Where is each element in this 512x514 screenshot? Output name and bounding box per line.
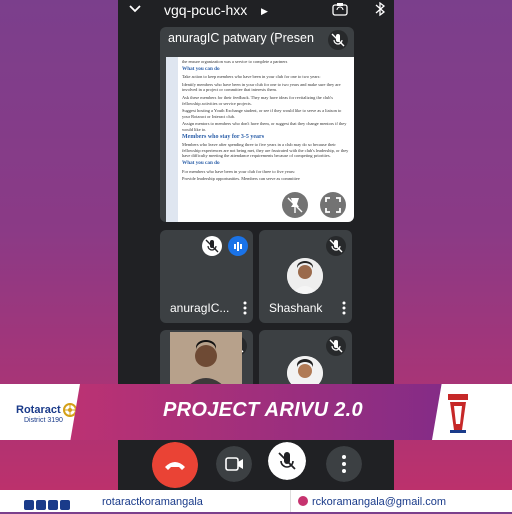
more-options-button[interactable] [326,446,362,482]
mic-off-icon [326,336,346,356]
doc-bullet-2: Ask these members for their feedback. Th… [182,94,333,106]
chevron-down-icon[interactable] [128,2,142,16]
linkedin-icon[interactable] [60,499,70,510]
camera-toggle-button[interactable] [216,446,252,482]
doc-bullet-3: Suggest hosting a Youth Exchange student… [182,108,342,119]
participant-tile-video[interactable] [160,330,253,390]
more-options-icon[interactable] [342,301,346,315]
facebook-icon[interactable] [36,499,46,510]
document-text: the ensure organization was a service to… [182,59,350,184]
mic-off-icon [328,30,348,50]
doc-heading-3: What you can do [182,159,220,166]
more-options-icon[interactable] [243,301,247,315]
footer-bar: rotaractkoramangala rckoramangala@gmail.… [0,490,512,512]
mic-off-icon [326,236,346,256]
meet-top-bar: vgq-pcuc-hxx ▶ [118,0,394,22]
fullscreen-icon[interactable] [320,192,346,218]
social-icons [24,496,72,514]
participant-video [170,332,242,390]
avatar [287,258,323,294]
switch-camera-icon[interactable] [332,2,348,16]
contact-email[interactable]: rckoramangala@gmail.com [312,496,446,508]
participant-name: anuragIC... [170,301,230,315]
social-handle[interactable]: rotaractkoramangala [102,496,203,508]
doc-paragraph-3: For members who have been in your club f… [182,168,296,174]
doc-bullet-4: Assign mentors to members who don't have… [182,121,347,132]
speaking-indicator-icon [228,236,248,256]
banner-left-panel: Rotaract District 3190 [0,384,80,440]
doc-bullet-5: Provide leadership opportunities. Member… [182,176,300,182]
meeting-code[interactable]: vgq-pcuc-hxx [164,2,247,18]
banner-right-panel [432,384,512,440]
bluetooth-icon[interactable] [374,1,386,17]
twitter-icon[interactable] [48,499,58,510]
rotaract-wordmark: Rotaract [16,404,61,416]
doc-heading-1: What you can do [182,65,220,72]
event-banner: Rotaract District 3190 PROJECT ARIVU 2.0 [0,384,512,440]
rotary-wheel-icon [63,403,77,417]
presentation-tile[interactable]: anuragIC patwary (Presen the ensure orga… [160,27,354,222]
mic-toggle-button[interactable] [268,442,306,480]
participant-tile-4[interactable] [259,330,352,390]
chevron-right-icon[interactable]: ▶ [261,6,268,17]
doc-bullet-1: Identify members who have been in your c… [182,81,341,93]
participant-name: Shashank [269,301,323,315]
instagram-icon[interactable] [24,499,34,510]
end-call-button[interactable] [152,442,198,488]
club-logo [448,394,468,433]
banner-title: PROJECT ARIVU 2.0 [163,399,363,421]
doc-heading-2: Members who stay for 3-5 years [182,133,265,140]
document-sidebar-strip [166,57,178,222]
participant-tile-shashank[interactable]: Shashank [259,230,352,323]
mic-off-icon [202,236,222,256]
doc-top-line: the ensure organization was a service to… [182,59,288,64]
doc-paragraph-1: Take action to keep members who have bee… [182,74,321,80]
presenter-name: anuragIC patwary (Presen [168,31,314,45]
mail-icon [298,496,308,506]
call-controls-bar [118,440,394,490]
participant-tile-anuragic[interactable]: anuragIC... [160,230,253,323]
doc-paragraph-2: Members who leave after spending three t… [182,142,349,159]
district-label: District 3190 [24,417,63,424]
unpin-icon[interactable] [282,192,308,218]
footer-divider [290,490,291,512]
